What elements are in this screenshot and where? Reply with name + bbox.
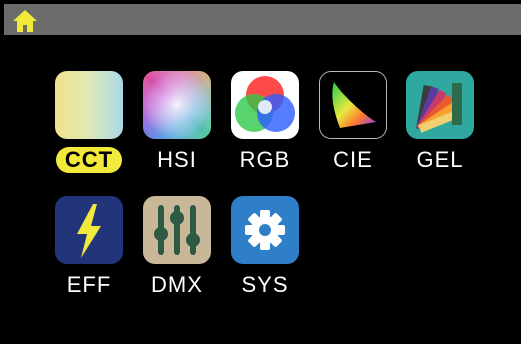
mode-tile-sys[interactable]: SYS <box>225 196 305 298</box>
mode-tile-eff[interactable]: EFF <box>49 196 129 298</box>
top-bar <box>4 4 521 35</box>
mode-label-cie: CIE <box>333 147 373 172</box>
mode-tile-rgb[interactable]: RGB <box>225 71 305 173</box>
screen-frame: CCT HSI RGB CIE GEL EFF DMX SYS <box>0 0 521 344</box>
mode-label-rgb: RGB <box>239 147 291 172</box>
mode-tile-gel[interactable]: GEL <box>400 71 480 173</box>
sliders-icon <box>143 196 211 264</box>
mode-tile-cct[interactable]: CCT <box>49 71 129 173</box>
cie-chromaticity-icon <box>319 71 387 139</box>
mode-label-dmx: DMX <box>151 272 203 297</box>
mode-label-gel: GEL <box>416 147 464 172</box>
mode-label-cct: CCT <box>49 147 129 173</box>
home-icon[interactable] <box>12 9 38 33</box>
cct-gradient-icon <box>55 71 123 139</box>
mode-tile-hsi[interactable]: HSI <box>137 71 217 173</box>
rgb-circles-icon <box>231 71 299 139</box>
mode-label-hsi: HSI <box>157 147 197 172</box>
mode-tile-cie[interactable]: CIE <box>313 71 393 173</box>
lightning-bolt-icon <box>55 196 123 264</box>
gear-icon <box>231 196 299 264</box>
mode-label-eff: EFF <box>66 272 112 297</box>
hsi-spectrum-icon <box>143 71 211 139</box>
mode-tile-dmx[interactable]: DMX <box>137 196 217 298</box>
gel-swatch-fan-icon <box>406 71 474 139</box>
mode-label-sys: SYS <box>241 272 289 297</box>
